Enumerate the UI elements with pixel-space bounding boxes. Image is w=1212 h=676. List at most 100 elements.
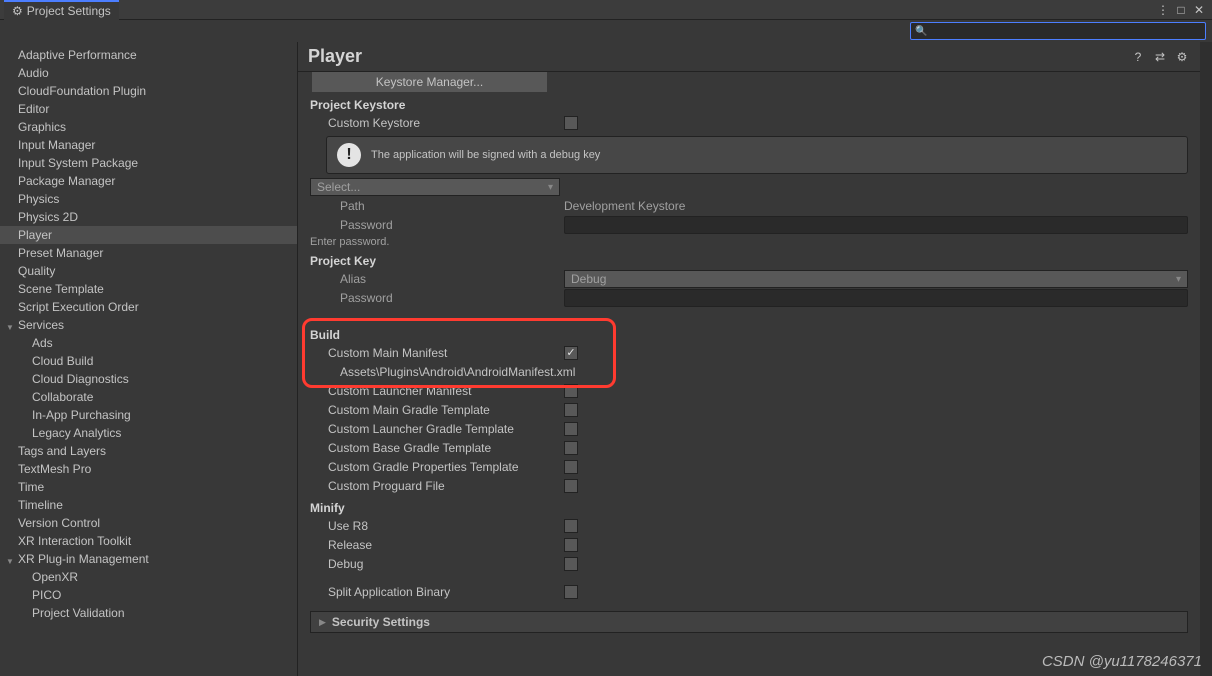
sidebar-item-physics[interactable]: Physics bbox=[0, 190, 297, 208]
sidebar-item-label: Physics bbox=[18, 192, 59, 206]
custom-keystore-checkbox[interactable] bbox=[564, 116, 578, 130]
sidebar-item-label: CloudFoundation Plugin bbox=[18, 84, 146, 98]
sidebar-item-audio[interactable]: Audio bbox=[0, 64, 297, 82]
minify-use-r8-label: Use R8 bbox=[310, 519, 564, 533]
debug-key-info: ! The application will be signed with a … bbox=[326, 136, 1188, 174]
sidebar-item-collaborate[interactable]: Collaborate bbox=[0, 388, 297, 406]
section-build: Build bbox=[310, 328, 1188, 342]
content-panel: Player ? ⇄ ⚙ Keystore Manager... Project… bbox=[298, 42, 1200, 676]
minify-release-label: Release bbox=[310, 538, 564, 552]
sidebar-item-physics-2d[interactable]: Physics 2D bbox=[0, 208, 297, 226]
sidebar-item-label: Timeline bbox=[18, 498, 63, 512]
security-settings-label: Security Settings bbox=[332, 615, 430, 629]
custom-main-gradle-template-label: Custom Main Gradle Template bbox=[310, 403, 564, 417]
minify-use-r8-checkbox[interactable] bbox=[564, 519, 578, 533]
custom-launcher-manifest-checkbox[interactable] bbox=[564, 384, 578, 398]
split-binary-checkbox[interactable] bbox=[564, 585, 578, 599]
password-hint: Enter password. bbox=[310, 236, 1188, 248]
projectkey-password-field[interactable] bbox=[564, 289, 1188, 307]
search-input[interactable] bbox=[929, 25, 1201, 37]
page-title: Player bbox=[308, 46, 1124, 67]
sidebar-item-label: Player bbox=[18, 228, 52, 242]
window-tab[interactable]: ⚙ Project Settings bbox=[4, 0, 119, 20]
sidebar-item-preset-manager[interactable]: Preset Manager bbox=[0, 244, 297, 262]
sidebar-item-label: Script Execution Order bbox=[18, 300, 139, 314]
custom-launcher-gradle-template-label: Custom Launcher Gradle Template bbox=[310, 422, 564, 436]
sidebar-item-scene-template[interactable]: Scene Template bbox=[0, 280, 297, 298]
window-title: Project Settings bbox=[27, 4, 111, 18]
sidebar-item-label: Services bbox=[18, 318, 64, 332]
alias-dropdown[interactable]: Debug bbox=[564, 270, 1188, 288]
sidebar-item-cloudfoundation-plugin[interactable]: CloudFoundation Plugin bbox=[0, 82, 297, 100]
sidebar-item-timeline[interactable]: Timeline bbox=[0, 496, 297, 514]
sidebar-item-package-manager[interactable]: Package Manager bbox=[0, 172, 297, 190]
sidebar-item-textmesh-pro[interactable]: TextMesh Pro bbox=[0, 460, 297, 478]
sidebar-item-legacy-analytics[interactable]: Legacy Analytics bbox=[0, 424, 297, 442]
manifest-path: Assets\Plugins\Android\AndroidManifest.x… bbox=[310, 365, 564, 379]
keystore-password-label: Password bbox=[310, 218, 564, 232]
sidebar-item-input-manager[interactable]: Input Manager bbox=[0, 136, 297, 154]
security-settings-foldout[interactable]: ▶ Security Settings bbox=[310, 611, 1188, 633]
search-row: 🔍 bbox=[0, 20, 1212, 42]
sidebar-item-label: Package Manager bbox=[18, 174, 115, 188]
sidebar-item-adaptive-performance[interactable]: Adaptive Performance bbox=[0, 46, 297, 64]
vertical-scrollbar[interactable] bbox=[1200, 42, 1212, 676]
sidebar-item-openxr[interactable]: OpenXR bbox=[0, 568, 297, 586]
custom-main-manifest-checkbox[interactable] bbox=[564, 346, 578, 360]
sidebar-item-label: Time bbox=[18, 480, 44, 494]
sidebar-item-label: Preset Manager bbox=[18, 246, 103, 260]
sidebar-item-ads[interactable]: Ads bbox=[0, 334, 297, 352]
sidebar-item-cloud-diagnostics[interactable]: Cloud Diagnostics bbox=[0, 370, 297, 388]
sidebar-item-label: XR Interaction Toolkit bbox=[18, 534, 131, 548]
more-icon[interactable]: ⋮ bbox=[1156, 3, 1170, 17]
sidebar-item-label: Tags and Layers bbox=[18, 444, 106, 458]
custom-base-gradle-template-checkbox[interactable] bbox=[564, 441, 578, 455]
custom-gradle-properties-template-label: Custom Gradle Properties Template bbox=[310, 460, 564, 474]
section-project-key: Project Key bbox=[310, 254, 1188, 268]
search-box[interactable]: 🔍 bbox=[910, 22, 1206, 40]
custom-main-manifest-label: Custom Main Manifest bbox=[310, 346, 564, 360]
maximize-icon[interactable]: □ bbox=[1174, 3, 1188, 17]
sidebar-item-input-system-package[interactable]: Input System Package bbox=[0, 154, 297, 172]
content-header: Player ? ⇄ ⚙ bbox=[298, 42, 1200, 72]
custom-proguard-file-checkbox[interactable] bbox=[564, 479, 578, 493]
custom-main-gradle-template-checkbox[interactable] bbox=[564, 403, 578, 417]
sidebar-item-script-execution-order[interactable]: Script Execution Order bbox=[0, 298, 297, 316]
minify-debug-checkbox[interactable] bbox=[564, 557, 578, 571]
sidebar-item-editor[interactable]: Editor bbox=[0, 100, 297, 118]
sidebar-item-version-control[interactable]: Version Control bbox=[0, 514, 297, 532]
sidebar-item-xr-plug-in-management[interactable]: ▼XR Plug-in Management bbox=[0, 550, 297, 568]
settings-sidebar[interactable]: Adaptive Performance Audio CloudFoundation… bbox=[0, 42, 298, 676]
section-minify: Minify bbox=[310, 501, 1188, 515]
sidebar-item-label: Graphics bbox=[18, 120, 66, 134]
sidebar-item-time[interactable]: Time bbox=[0, 478, 297, 496]
sidebar-item-tags-and-layers[interactable]: Tags and Layers bbox=[0, 442, 297, 460]
custom-base-gradle-template-label: Custom Base Gradle Template bbox=[310, 441, 564, 455]
keystore-select-dropdown[interactable]: Select... bbox=[310, 178, 560, 196]
sidebar-item-label: Audio bbox=[18, 66, 49, 80]
custom-launcher-gradle-template-checkbox[interactable] bbox=[564, 422, 578, 436]
keystore-password-field[interactable] bbox=[564, 216, 1188, 234]
settings-gear-icon[interactable]: ⚙ bbox=[1174, 49, 1190, 65]
sidebar-item-xr-interaction-toolkit[interactable]: XR Interaction Toolkit bbox=[0, 532, 297, 550]
sidebar-item-label: TextMesh Pro bbox=[18, 462, 91, 476]
keystore-path-label: Path bbox=[310, 199, 564, 213]
keystore-manager-button[interactable]: Keystore Manager... bbox=[312, 72, 547, 92]
sidebar-item-project-validation[interactable]: Project Validation bbox=[0, 604, 297, 622]
content-body: Keystore Manager... Project Keystore Cus… bbox=[298, 72, 1200, 676]
sidebar-item-services[interactable]: ▼Services bbox=[0, 316, 297, 334]
info-icon: ! bbox=[337, 143, 361, 167]
sidebar-item-player[interactable]: Player bbox=[0, 226, 297, 244]
close-icon[interactable]: ✕ bbox=[1192, 3, 1206, 17]
custom-gradle-properties-template-checkbox[interactable] bbox=[564, 460, 578, 474]
sidebar-item-graphics[interactable]: Graphics bbox=[0, 118, 297, 136]
sidebar-item-quality[interactable]: Quality bbox=[0, 262, 297, 280]
titlebar: ⚙ Project Settings ⋮ □ ✕ bbox=[0, 0, 1212, 20]
custom-keystore-label: Custom Keystore bbox=[310, 116, 564, 130]
minify-release-checkbox[interactable] bbox=[564, 538, 578, 552]
sidebar-item-cloud-build[interactable]: Cloud Build bbox=[0, 352, 297, 370]
help-icon[interactable]: ? bbox=[1130, 49, 1146, 65]
sidebar-item-in-app-purchasing[interactable]: In-App Purchasing bbox=[0, 406, 297, 424]
sidebar-item-pico[interactable]: PICO bbox=[0, 586, 297, 604]
preset-icon[interactable]: ⇄ bbox=[1152, 49, 1168, 65]
